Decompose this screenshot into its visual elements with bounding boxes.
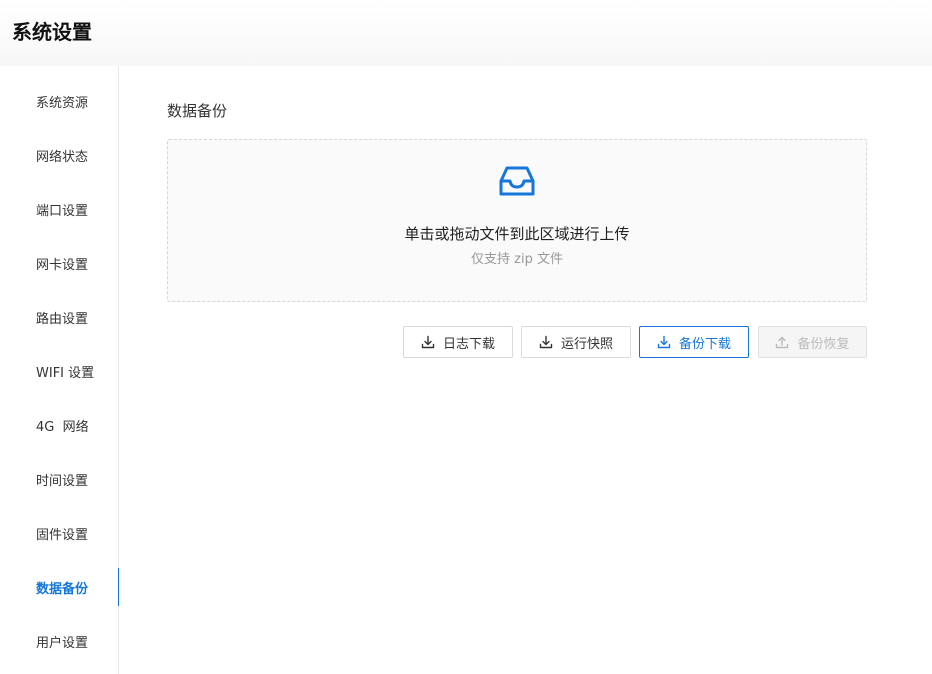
backup-download-label: 备份下载 <box>678 336 731 352</box>
upload-icon <box>776 336 789 349</box>
inbox-icon <box>499 166 535 196</box>
sidebar-item-data-backup[interactable]: 数据备份 <box>12 568 120 606</box>
backup-restore-label: 备份恢复 <box>797 336 850 352</box>
header: 系统设置 <box>0 0 932 66</box>
sidebar-item-nic-settings[interactable]: 网卡设置 <box>12 244 119 282</box>
sidebar-item-network-status[interactable]: 网络状态 <box>12 136 119 174</box>
sidebar-item-time-settings[interactable]: 时间设置 <box>12 460 119 498</box>
upload-instruction: 单击或拖动文件到此区域进行上传 <box>404 225 630 243</box>
main-content: 数据备份 单击或拖动文件到此区域进行上传 仅支持 zip 文件 日志下载 运行快… <box>119 66 932 674</box>
sidebar-item-firmware-settings[interactable]: 固件设置 <box>12 514 119 552</box>
sidebar-item-system-resources[interactable]: 系统资源 <box>12 82 119 120</box>
download-icon <box>657 335 671 349</box>
page-title: 系统设置 <box>12 20 92 44</box>
download-icon <box>539 335 553 349</box>
sidebar: 系统资源 网络状态 端口设置 网卡设置 路由设置 WIFI 设置 4G 网络 时… <box>12 66 120 674</box>
upload-dropzone[interactable]: 单击或拖动文件到此区域进行上传 仅支持 zip 文件 <box>167 139 867 302</box>
sidebar-item-port-settings[interactable]: 端口设置 <box>12 190 119 228</box>
sidebar-item-4g-network[interactable]: 4G 网络 <box>12 406 119 444</box>
section-title: 数据备份 <box>167 102 228 120</box>
log-download-label: 日志下载 <box>442 336 495 352</box>
run-snapshot-label: 运行快照 <box>560 336 613 352</box>
download-icon <box>421 335 435 349</box>
sidebar-item-user-settings[interactable]: 用户设置 <box>12 622 119 660</box>
log-download-button[interactable]: 日志下载 <box>403 326 513 358</box>
backup-restore-button[interactable]: 备份恢复 <box>758 326 867 358</box>
sidebar-item-route-settings[interactable]: 路由设置 <box>12 298 119 336</box>
sidebar-item-wifi-settings[interactable]: WIFI 设置 <box>12 352 119 390</box>
run-snapshot-button[interactable]: 运行快照 <box>521 326 631 358</box>
backup-download-button[interactable]: 备份下载 <box>639 326 749 358</box>
upload-hint: 仅支持 zip 文件 <box>471 252 563 267</box>
